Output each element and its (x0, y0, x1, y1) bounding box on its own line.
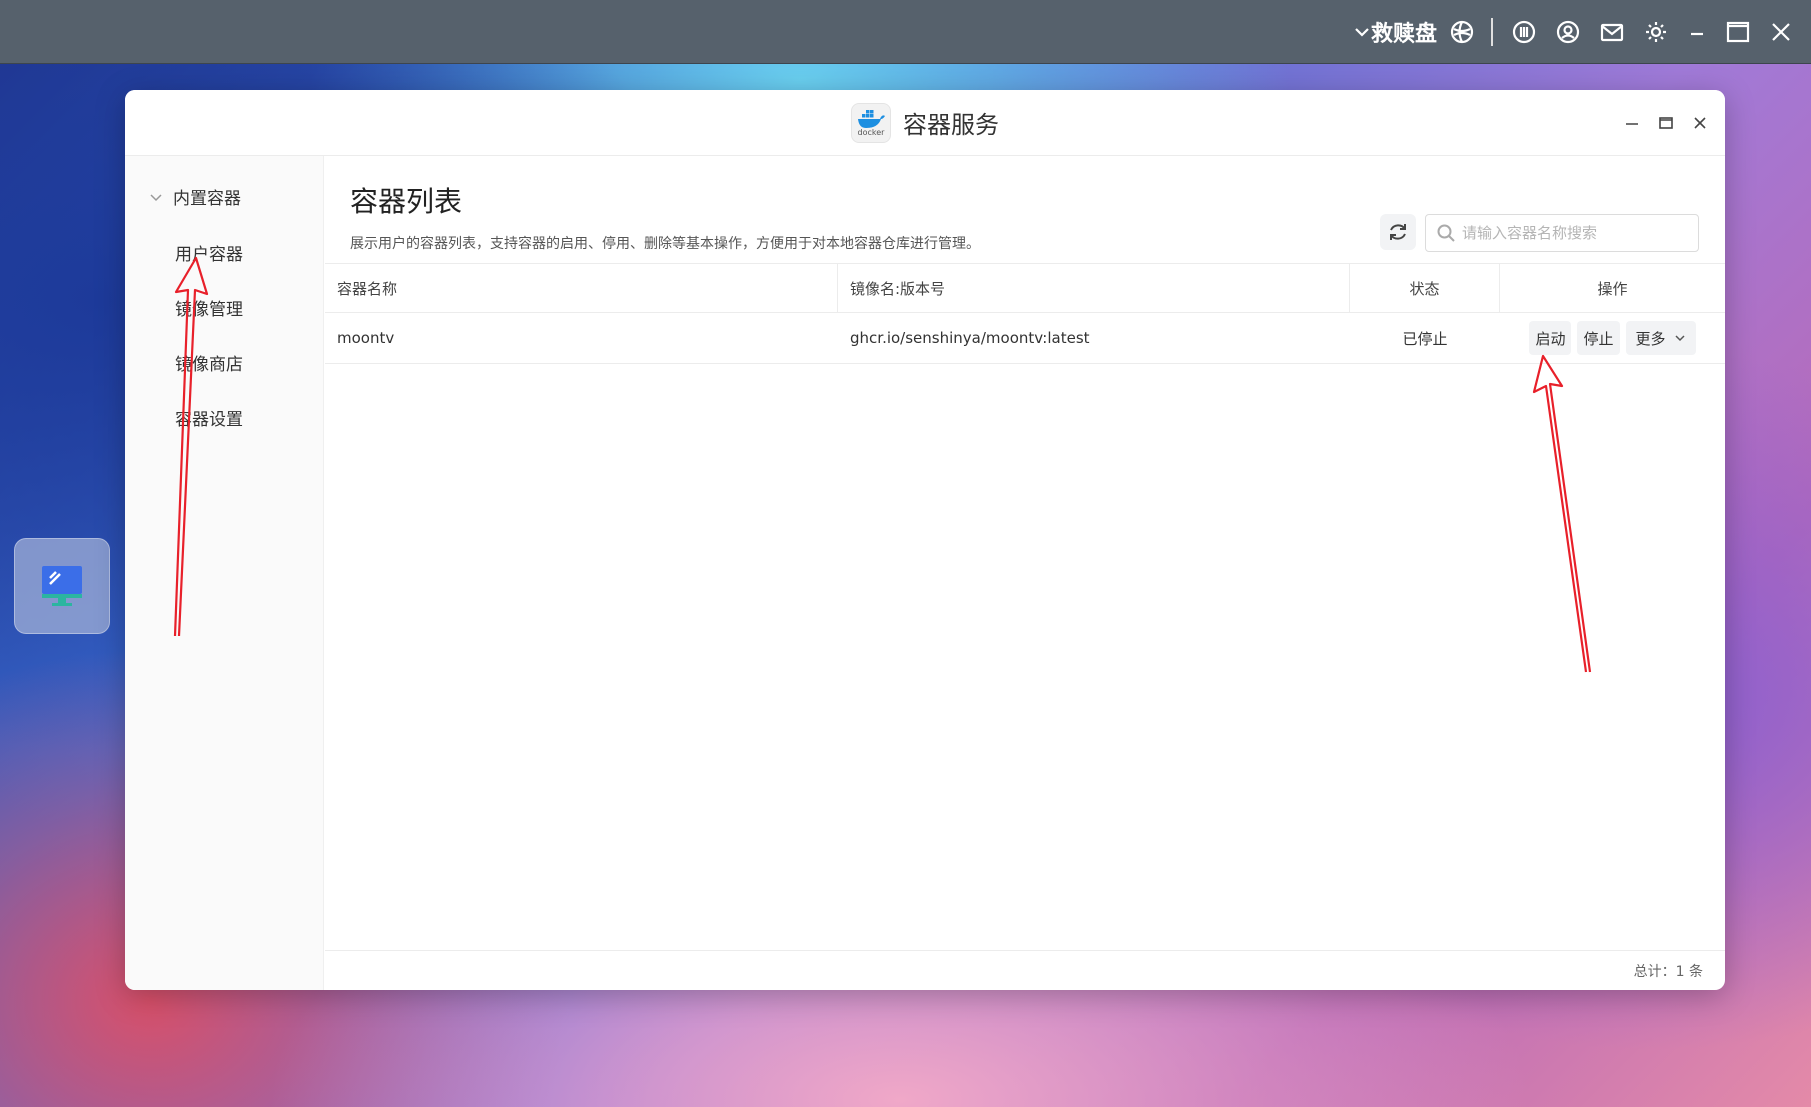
cell-actions: 启动 停止 更多 (1500, 313, 1725, 363)
refresh-icon (1390, 224, 1406, 240)
window-maximize-icon[interactable] (1655, 112, 1677, 134)
more-button-label: 更多 (1635, 329, 1666, 348)
page-title: 容器列表 (350, 185, 463, 218)
gear-icon[interactable] (1643, 19, 1669, 45)
search-input[interactable] (1462, 224, 1682, 242)
column-header-actions: 操作 (1597, 279, 1628, 298)
table-row: moontv ghcr.io/senshinya/moontv:latest 已… (325, 313, 1725, 364)
user-icon[interactable] (1555, 19, 1581, 45)
sidebar-item-container-settings[interactable]: 容器设置 (175, 405, 243, 430)
sidebar-item-image-management[interactable]: 镜像管理 (175, 295, 243, 320)
sidebar-group-label: 内置容器 (173, 189, 241, 209)
stop-button[interactable]: 停止 (1577, 321, 1620, 355)
column-header-name: 容器名称 (325, 264, 838, 312)
divider (1491, 17, 1493, 46)
maximize-icon[interactable] (1725, 19, 1751, 45)
window-close-icon[interactable] (1689, 112, 1711, 134)
more-button[interactable]: 更多 (1625, 321, 1696, 355)
container-table: 容器名称 镜像名:版本号 状态 操作 moontv ghcr.io/senshi… (325, 263, 1725, 364)
page-description: 展示用户的容器列表，支持容器的启用、停用、删除等基本操作，方便用于对本地容器仓库… (350, 236, 980, 252)
os-top-bar: 救赎盘 (0, 0, 1811, 64)
sidebar-item-user-containers[interactable]: 用户容器 (175, 240, 243, 265)
mail-icon[interactable] (1599, 19, 1625, 45)
sidebar-item-image-store[interactable]: 镜像商店 (175, 350, 243, 375)
chevron-down-icon (1674, 335, 1685, 342)
total-count: 总计：1 条 (1633, 963, 1703, 980)
start-button[interactable]: 启动 (1529, 321, 1572, 355)
docker-logo-label: docker (857, 128, 885, 137)
docker-logo-icon: docker (851, 102, 891, 143)
close-icon[interactable] (1769, 20, 1793, 44)
sidebar: 内置容器 用户容器 镜像管理 镜像商店 容器设置 (125, 156, 324, 990)
table-header: 容器名称 镜像名:版本号 状态 操作 (325, 263, 1725, 313)
search-box[interactable] (1425, 214, 1699, 252)
search-icon (1437, 224, 1455, 242)
chevron-down-icon (150, 193, 162, 201)
os-title[interactable]: 救赎盘 (1371, 16, 1437, 48)
window-minimize-icon[interactable] (1621, 112, 1643, 134)
chevron-down-icon[interactable] (1353, 23, 1371, 41)
table-footer: 总计：1 条 (325, 950, 1725, 990)
desktop-app-icon[interactable] (14, 538, 110, 634)
cell-image: ghcr.io/senshinya/moontv:latest (850, 329, 1090, 347)
window-titlebar: docker 容器服务 (125, 90, 1725, 156)
refresh-button[interactable] (1380, 214, 1416, 250)
main-content: 容器列表 展示用户的容器列表，支持容器的启用、停用、删除等基本操作，方便用于对本… (325, 156, 1725, 990)
monitor-icon (42, 566, 82, 606)
minimize-icon[interactable] (1687, 22, 1707, 42)
window-title: 容器服务 (903, 111, 999, 139)
network-icon[interactable] (1449, 19, 1475, 45)
cell-container-name: moontv (337, 329, 395, 347)
column-header-image: 镜像名:版本号 (838, 264, 1350, 312)
docker-window: docker 容器服务 内置容器 用户容器 镜像管理 镜像商店 容器设置 容器列… (125, 90, 1725, 990)
sidebar-group-builtin[interactable]: 内置容器 (149, 184, 241, 209)
cell-status: 已停止 (1402, 329, 1448, 348)
column-header-status: 状态 (1350, 264, 1500, 312)
app-center-icon[interactable] (1511, 19, 1537, 45)
